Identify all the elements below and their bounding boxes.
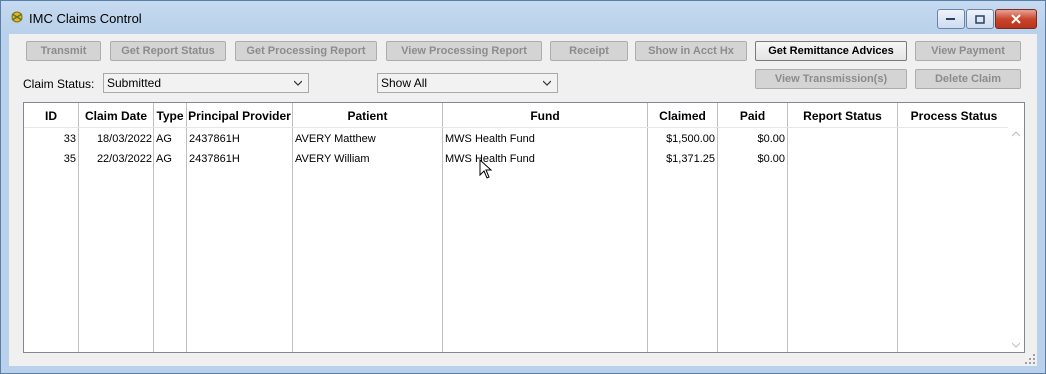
table-row-type[interactable]: AG [156, 133, 172, 145]
column-header[interactable]: Principal Provider [187, 109, 292, 123]
get-processing-report-button[interactable]: Get Processing Report [235, 41, 377, 61]
table-row-date[interactable]: 18/03/2022 [79, 133, 152, 145]
close-icon [1011, 14, 1021, 24]
delete-claim-button[interactable]: Delete Claim [915, 69, 1021, 89]
table-row-date[interactable]: 22/03/2022 [79, 153, 152, 165]
minimize-button[interactable] [937, 9, 965, 29]
show-filter-select[interactable]: Show All [377, 73, 558, 93]
table-row-claimed[interactable]: $1,371.25 [648, 153, 715, 165]
client-area: Transmit Get Report Status Get Processin… [9, 34, 1037, 366]
table-row-paid[interactable]: $0.00 [718, 133, 785, 145]
column-header[interactable]: Process Status [898, 109, 1010, 123]
show-in-acct-hx-button[interactable]: Show in Acct Hx [635, 41, 747, 61]
column-header[interactable]: Type [154, 109, 186, 123]
receipt-button[interactable]: Receipt [550, 41, 628, 61]
get-report-status-button[interactable]: Get Report Status [110, 41, 226, 61]
table-row-provider[interactable]: 2437861H [189, 153, 240, 165]
column-header[interactable]: Patient [293, 109, 442, 123]
column-header[interactable]: Report Status [788, 109, 897, 123]
table-row-id[interactable]: 35 [24, 153, 76, 165]
claim-status-value: Submitted [107, 76, 162, 90]
chevron-down-icon [294, 80, 302, 86]
column-header[interactable]: Claim Date [79, 109, 153, 123]
minimize-icon [946, 18, 955, 20]
table-row-paid[interactable]: $0.00 [718, 153, 785, 165]
scroll-up-icon[interactable] [1012, 131, 1020, 137]
view-transmissions-button[interactable]: View Transmission(s) [755, 69, 907, 89]
view-payment-button[interactable]: View Payment [915, 41, 1021, 61]
transmit-button[interactable]: Transmit [26, 41, 101, 61]
claim-status-select[interactable]: Submitted [103, 73, 309, 93]
table-row-fund[interactable]: MWS Health Fund [445, 133, 535, 145]
table-row-patient[interactable]: AVERY William [295, 153, 370, 165]
maximize-icon [975, 14, 985, 24]
table-row-type[interactable]: AG [156, 153, 172, 165]
vertical-scrollbar[interactable] [1008, 127, 1024, 352]
maximize-button[interactable] [966, 9, 994, 29]
table-row-provider[interactable]: 2437861H [189, 133, 240, 145]
show-filter-value: Show All [381, 76, 428, 90]
column-header[interactable]: ID [24, 109, 78, 123]
claims-table[interactable]: ID Claim Date Type Principal Provider Pa… [23, 102, 1025, 353]
close-button[interactable] [995, 9, 1037, 29]
chevron-down-icon [543, 80, 551, 86]
resize-grip-icon[interactable] [1025, 354, 1035, 364]
view-processing-report-button[interactable]: View Processing Report [386, 41, 542, 61]
title-bar[interactable]: IMC Claims Control [1, 1, 1045, 35]
app-icon [11, 11, 23, 23]
scroll-down-icon[interactable] [1012, 342, 1020, 348]
get-remittance-advices-button[interactable]: Get Remittance Advices [755, 41, 907, 61]
column-header[interactable]: Paid [718, 109, 787, 123]
claim-status-label: Claim Status: [23, 77, 95, 91]
mouse-pointer-icon [479, 159, 493, 179]
table-row-id[interactable]: 33 [24, 133, 76, 145]
table-row-patient[interactable]: AVERY Matthew [295, 133, 376, 145]
window-title: IMC Claims Control [29, 11, 142, 26]
claims-control-window: IMC Claims Control Transmit Get Report S… [0, 0, 1046, 374]
column-header[interactable]: Fund [443, 109, 647, 123]
column-header[interactable]: Claimed [648, 109, 717, 123]
table-row-claimed[interactable]: $1,500.00 [648, 133, 715, 145]
